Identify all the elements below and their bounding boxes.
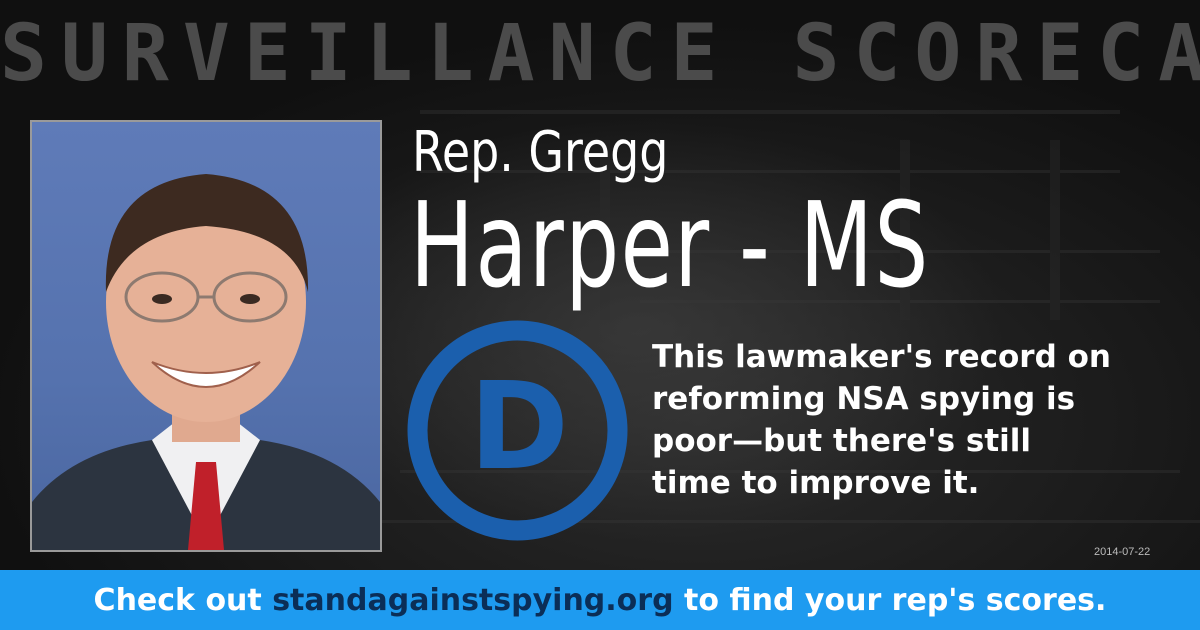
message-line: poor—but there's still (652, 423, 1032, 459)
representative-photo (30, 120, 382, 552)
score-message: This lawmaker's record on reforming NSA … (652, 336, 1172, 504)
message-line: This lawmaker's record on (652, 339, 1111, 375)
message-line: reforming NSA spying is (652, 381, 1076, 417)
date-stamp: 2014-07-22 (1094, 546, 1151, 558)
footer-suffix: to find your rep's scores. (673, 582, 1107, 618)
footer-banner: Check out standagainstspying.org to find… (0, 570, 1200, 630)
scorecard-card: SURVEILLANCE SCORECARD (0, 0, 1200, 630)
page-title: SURVEILLANCE SCORECARD (0, 9, 1200, 99)
party-letter: D (469, 358, 569, 497)
democratic-party-logo-icon: D (407, 320, 628, 541)
footer-link[interactable]: standagainstspying.org (272, 583, 673, 618)
footer-prefix: Check out (93, 582, 273, 618)
message-line: time to improve it. (652, 465, 980, 501)
footer-text: Check out standagainstspying.org to find… (94, 583, 1107, 618)
representative-surname-state: Harper - MS (410, 176, 930, 314)
